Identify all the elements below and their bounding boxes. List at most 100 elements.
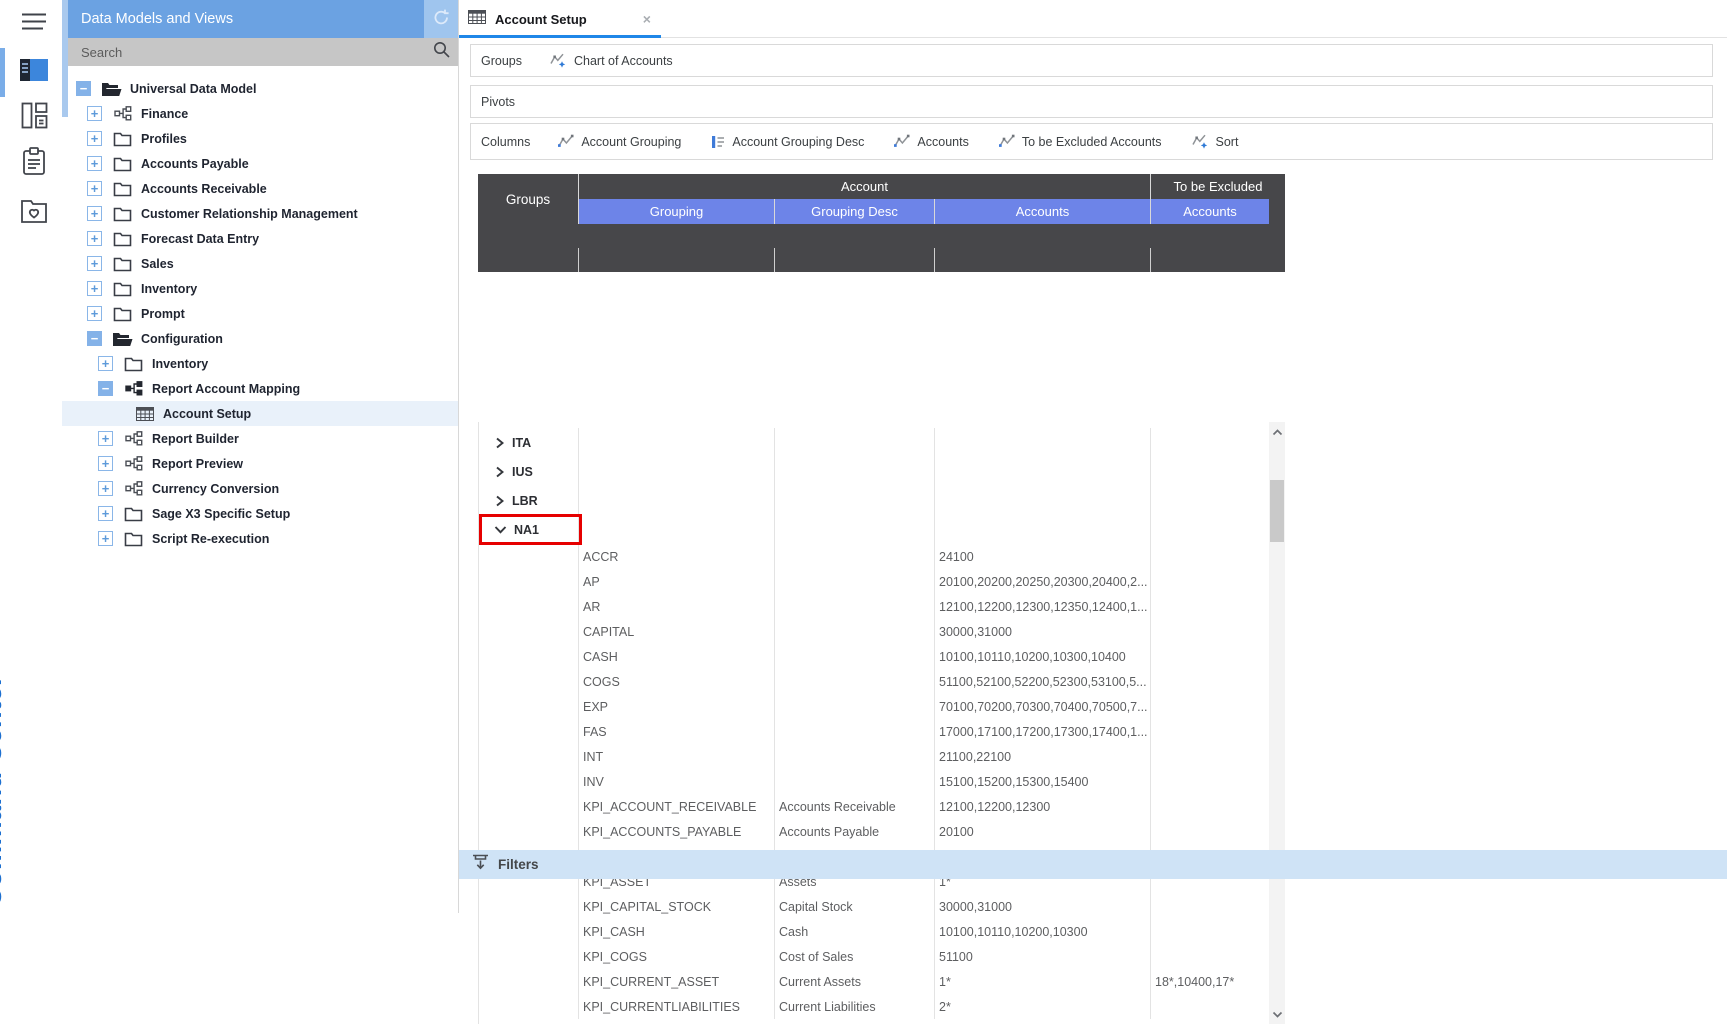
cell-excluded-accounts[interactable] (1151, 994, 1270, 1019)
cell-excluded-accounts[interactable] (1151, 944, 1270, 969)
scroll-up-icon[interactable] (1269, 424, 1285, 440)
cell-accounts[interactable]: 15100,15200,15300,15400 (935, 769, 1151, 794)
cell-grouping-desc[interactable] (775, 594, 935, 619)
cell-excluded-accounts[interactable] (1151, 669, 1270, 694)
cell-accounts[interactable]: 20100 (935, 819, 1151, 844)
cell-accounts[interactable]: 2* (935, 994, 1151, 1019)
grid-row-ar[interactable]: AR12100,12200,12300,12350,12400,1... (479, 594, 1285, 619)
cell-grouping[interactable]: KPI_CURRENT_ASSET (579, 969, 775, 994)
cell-grouping[interactable]: COGS (579, 669, 775, 694)
tree-item-forecast-data-entry[interactable]: +Forecast Data Entry (62, 226, 458, 251)
cell-accounts[interactable]: 70100,70200,70300,70400,70500,7... (935, 694, 1151, 719)
grid-row-kpi-cogs[interactable]: KPI_COGSCost of Sales51100 (479, 944, 1285, 969)
cell-grouping-desc[interactable] (775, 769, 935, 794)
column-header-grouping[interactable]: Grouping (578, 199, 774, 224)
cell-accounts[interactable] (935, 486, 1151, 515)
expand-toggle-icon[interactable]: + (87, 231, 102, 246)
cell-excluded-accounts[interactable] (1151, 619, 1270, 644)
chip-sort[interactable]: Sort (1192, 134, 1239, 150)
grid-filter-row[interactable] (478, 248, 1285, 272)
cell-groups[interactable] (479, 544, 579, 569)
tree-item-script-re-execution[interactable]: +Script Re-execution (62, 526, 458, 551)
expand-toggle-icon[interactable]: + (87, 131, 102, 146)
cell-accounts[interactable]: 30000,31000 (935, 894, 1151, 919)
cell-grouping-desc[interactable]: Accounts Receivable (775, 794, 935, 819)
column-header-account[interactable]: Account (578, 174, 1150, 199)
cell-grouping[interactable]: KPI_CURRENTLIABILITIES (579, 994, 775, 1019)
collapse-toggle-icon[interactable]: − (98, 381, 113, 396)
search-icon[interactable] (433, 41, 450, 63)
cell-accounts[interactable]: 10100,10110,10200,10300,10400 (935, 644, 1151, 669)
grid-row-int[interactable]: INT21100,22100 (479, 744, 1285, 769)
grid-row-ap[interactable]: AP20100,20200,20250,20300,20400,2... (479, 569, 1285, 594)
chip-chart-of-accounts[interactable]: Chart of Accounts (550, 53, 673, 69)
cell-accounts[interactable] (935, 428, 1151, 457)
chip-account-grouping[interactable]: Account Grouping (558, 134, 681, 150)
chevron-right-icon[interactable] (494, 437, 505, 449)
cell-accounts[interactable]: 24100 (935, 544, 1151, 569)
cell-grouping-desc[interactable] (775, 719, 935, 744)
cell-grouping-desc[interactable] (775, 544, 935, 569)
grid-row-exp[interactable]: EXP70100,70200,70300,70400,70500,7... (479, 694, 1285, 719)
chip-to-be-excluded-accounts[interactable]: To be Excluded Accounts (999, 134, 1162, 150)
cell-grouping-desc[interactable]: Capital Stock (775, 894, 935, 919)
cell-groups[interactable] (479, 694, 579, 719)
cell-groups[interactable] (479, 994, 579, 1019)
expand-toggle-icon[interactable]: + (87, 281, 102, 296)
cell-grouping-desc[interactable]: Current Assets (775, 969, 935, 994)
tree-item-inventory[interactable]: +Inventory (62, 351, 458, 376)
cell-grouping-desc[interactable] (775, 669, 935, 694)
cell-excluded-accounts[interactable] (1151, 694, 1270, 719)
scroll-down-icon[interactable] (1269, 1006, 1285, 1022)
grid-row-capital[interactable]: CAPITAL30000,31000 (479, 619, 1285, 644)
cell-accounts[interactable]: 17000,17100,17200,17300,17400,1... (935, 719, 1151, 744)
grid-row-kpi-cash[interactable]: KPI_CASHCash10100,10110,10200,10300 (479, 919, 1285, 944)
cell-grouping-desc[interactable] (775, 619, 935, 644)
cell-excluded-accounts[interactable] (1151, 719, 1270, 744)
cell-accounts[interactable]: 12100,12200,12300 (935, 794, 1151, 819)
cell-grouping-desc[interactable] (775, 515, 935, 544)
expand-toggle-icon[interactable]: + (98, 531, 113, 546)
cell-excluded-accounts[interactable] (1151, 457, 1270, 486)
cell-grouping[interactable]: FAS (579, 719, 775, 744)
cell-groups[interactable] (479, 969, 579, 994)
scrollbar-thumb[interactable] (1270, 480, 1284, 542)
cell-excluded-accounts[interactable] (1151, 515, 1270, 544)
expand-toggle-icon[interactable]: + (87, 206, 102, 221)
cell-excluded-accounts[interactable] (1151, 428, 1270, 457)
grid-row-accr[interactable]: ACCR24100 (479, 544, 1285, 569)
pivots-zone[interactable]: Pivots (470, 85, 1713, 118)
grid-row-cash[interactable]: CASH 10100,10110,10200,10300,10400 (479, 644, 1285, 669)
column-header-excluded-accounts[interactable]: Accounts (1150, 199, 1269, 224)
groups-zone[interactable]: Groups Chart of Accounts (470, 44, 1713, 77)
group-row-lbr[interactable]: LBR (479, 486, 1285, 515)
cell-grouping-desc[interactable] (775, 644, 935, 669)
grid-row-kpi-accounts-payable[interactable]: KPI_ACCOUNTS_PAYABLEAccounts Payable2010… (479, 819, 1285, 844)
chip-accounts[interactable]: Accounts (894, 134, 968, 150)
cell-groups[interactable]: LBR (479, 486, 579, 515)
expand-toggle-icon[interactable]: + (98, 481, 113, 496)
cell-grouping[interactable]: INV (579, 769, 775, 794)
cell-accounts[interactable] (935, 515, 1151, 544)
cell-excluded-accounts[interactable] (1151, 819, 1270, 844)
cell-accounts[interactable]: 30000,31000 (935, 619, 1151, 644)
cell-grouping[interactable]: INT (579, 744, 775, 769)
cell-groups[interactable] (479, 944, 579, 969)
cell-groups[interactable] (479, 744, 579, 769)
tree-item-report-account-mapping[interactable]: −Report Account Mapping (62, 376, 458, 401)
layout-icon[interactable] (18, 102, 50, 134)
tree-item-account-setup[interactable]: Account Setup (62, 401, 458, 426)
tree-item-configuration[interactable]: −Configuration (62, 326, 458, 351)
tree-item-profiles[interactable]: +Profiles (62, 126, 458, 151)
tree-item-report-preview[interactable]: +Report Preview (62, 451, 458, 476)
cell-accounts[interactable]: 20100,20200,20250,20300,20400,2... (935, 569, 1151, 594)
cell-grouping-desc[interactable] (775, 457, 935, 486)
column-header-grouping-desc[interactable]: Grouping Desc (774, 199, 934, 224)
group-row-ius[interactable]: IUS (479, 457, 1285, 486)
cell-grouping[interactable]: CASH (579, 644, 775, 669)
expand-toggle-icon[interactable]: + (87, 106, 102, 121)
cell-groups[interactable] (479, 719, 579, 744)
grid-scrollbar[interactable] (1269, 422, 1285, 1024)
grid-row-kpi-currentliabilities[interactable]: KPI_CURRENTLIABILITIESCurrent Liabilitie… (479, 994, 1285, 1019)
collapse-toggle-icon[interactable]: − (76, 81, 91, 96)
